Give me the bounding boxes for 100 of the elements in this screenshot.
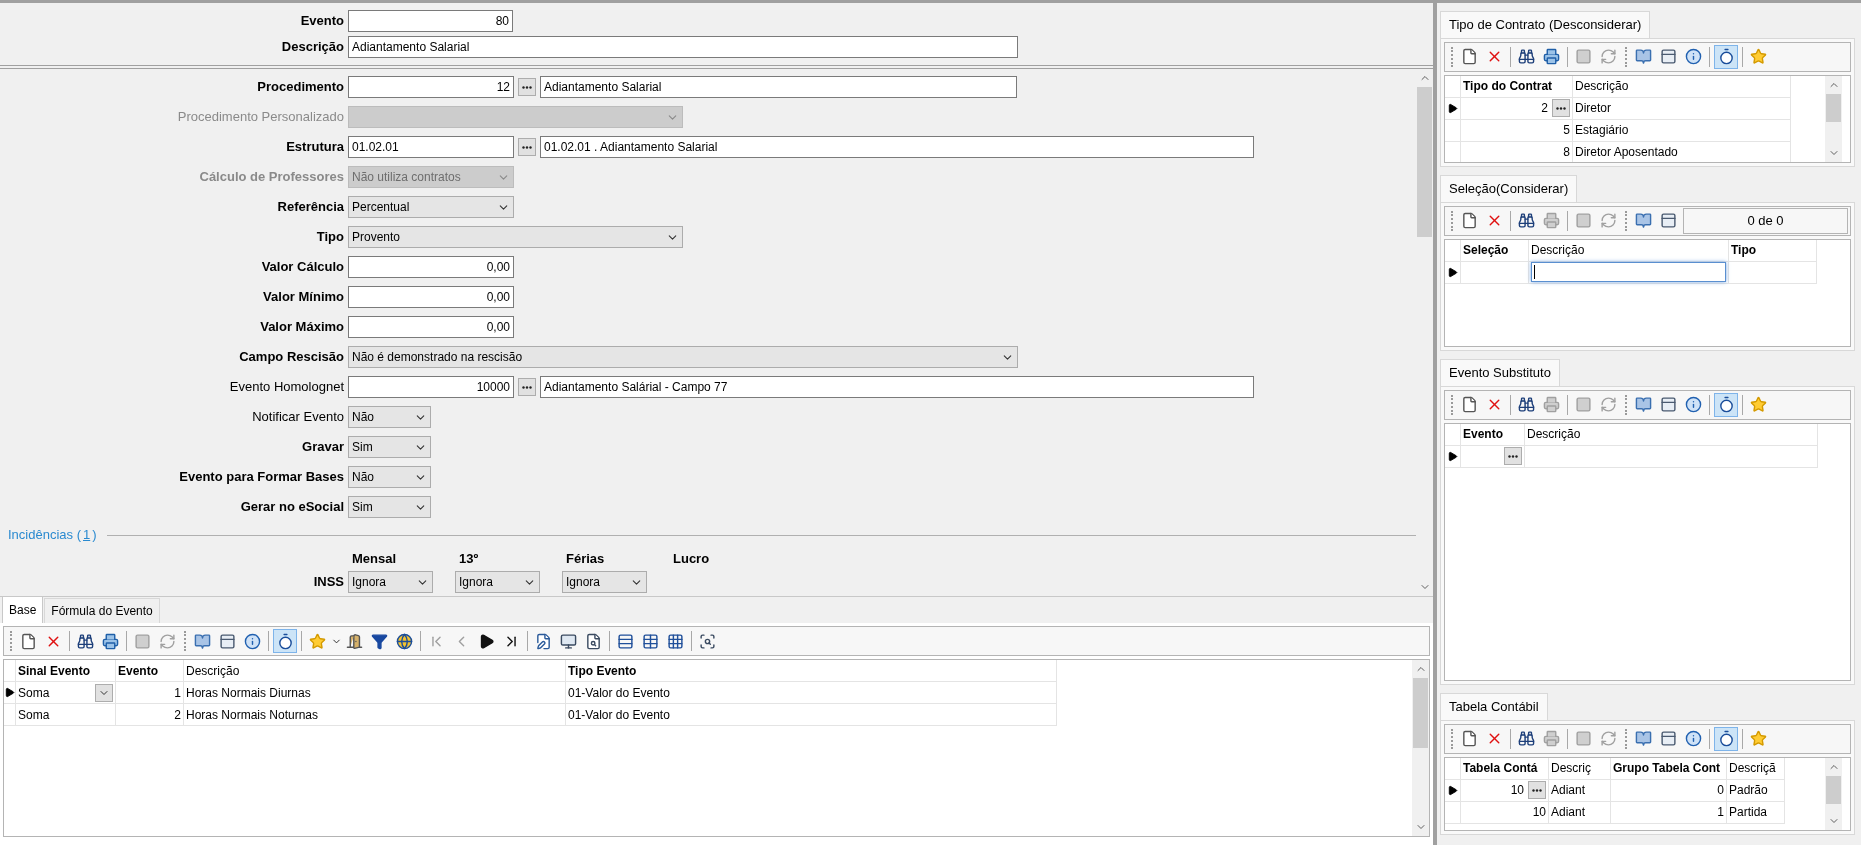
file-search-icon[interactable] — [585, 632, 602, 650]
tab[interactable]: Fórmula do Evento — [44, 598, 160, 623]
row-indicator[interactable] — [4, 682, 16, 704]
printer-icon[interactable] — [102, 632, 119, 650]
scrollbar-thumb[interactable] — [1413, 678, 1428, 748]
scrollbar-thumb[interactable] — [1826, 93, 1841, 122]
column-header[interactable]: Evento — [118, 661, 158, 680]
star-icon[interactable] — [309, 632, 326, 650]
scrollbar-thumb[interactable] — [1417, 87, 1432, 237]
binoculars-icon[interactable] — [1518, 396, 1535, 413]
document-edit-icon[interactable] — [535, 632, 552, 650]
binoculars-icon[interactable] — [1518, 212, 1535, 229]
rows-icon[interactable] — [617, 632, 634, 650]
printer-icon[interactable] — [1543, 48, 1560, 65]
binoculars-icon[interactable] — [77, 632, 94, 650]
number-field[interactable]: 80 — [348, 10, 513, 32]
dropdown[interactable]: Sim — [348, 436, 431, 458]
text-field[interactable]: Adiantamento Salarial — [348, 36, 1018, 58]
panel-tab[interactable]: Tabela Contábil — [1440, 693, 1548, 720]
ellipsis-button[interactable] — [1552, 99, 1570, 117]
book-icon[interactable] — [1635, 48, 1652, 65]
globe-icon[interactable] — [396, 632, 413, 650]
dropdown[interactable]: Ignora — [455, 571, 540, 593]
code-field[interactable]: 01.02.01 — [348, 136, 514, 158]
column-header[interactable]: Tabela Contá — [1463, 759, 1538, 777]
description-field[interactable]: Adiantamento Salarial — [540, 76, 1017, 98]
door-icon[interactable] — [346, 632, 363, 650]
description-field[interactable]: Adiantamento Salárial - Campo 77 — [540, 376, 1254, 398]
ellipsis-button[interactable] — [1528, 781, 1546, 799]
panel-tab[interactable]: Evento Substituto — [1440, 359, 1560, 386]
monitor-icon[interactable] — [560, 632, 577, 650]
page-icon[interactable] — [20, 632, 37, 650]
info-icon[interactable] — [1685, 730, 1702, 747]
ellipsis-button[interactable] — [518, 378, 536, 396]
table-icon[interactable] — [642, 632, 659, 650]
page-icon[interactable] — [1461, 48, 1478, 65]
column-header[interactable]: Descrição — [186, 661, 240, 680]
ellipsis-button[interactable] — [518, 138, 536, 156]
row-indicator[interactable] — [1445, 261, 1461, 284]
book-icon[interactable] — [1635, 396, 1652, 413]
row-indicator[interactable] — [1445, 779, 1461, 802]
ellipsis-button[interactable] — [1504, 447, 1522, 465]
column-header[interactable]: Grupo Tabela Cont — [1613, 759, 1721, 777]
row-indicator[interactable] — [1445, 97, 1461, 120]
next-icon[interactable] — [478, 632, 495, 650]
column-header[interactable]: Tipo do Contrat — [1463, 77, 1553, 95]
scrollbar[interactable] — [1825, 75, 1842, 162]
star-icon[interactable] — [1750, 48, 1767, 65]
column-header[interactable]: Tipo Evento — [568, 661, 637, 680]
empty-cell[interactable] — [1729, 261, 1817, 284]
book-icon[interactable] — [194, 632, 211, 650]
page-icon[interactable] — [1461, 730, 1478, 747]
code-field[interactable]: 10000 — [348, 376, 514, 398]
page-icon[interactable] — [1461, 396, 1478, 413]
window-icon[interactable] — [1660, 212, 1677, 229]
info-icon[interactable] — [1685, 396, 1702, 413]
column-header[interactable]: Descriç — [1551, 759, 1591, 777]
number-field[interactable]: 0,00 — [348, 316, 514, 338]
window-icon[interactable] — [219, 632, 236, 650]
input-field[interactable] — [1531, 262, 1726, 282]
column-header[interactable]: Descrição — [1575, 77, 1629, 95]
dropdown[interactable]: Provento — [348, 226, 683, 248]
book-icon[interactable] — [1635, 730, 1652, 747]
dropdown[interactable]: Não — [348, 406, 431, 428]
dropdown-button[interactable] — [95, 683, 113, 702]
empty-cell[interactable] — [1461, 261, 1529, 284]
scrollbar[interactable] — [1825, 757, 1842, 830]
dropdown[interactable]: Ignora — [562, 571, 647, 593]
filter-icon[interactable] — [371, 632, 388, 650]
scrollbar[interactable] — [1412, 660, 1429, 836]
dropdown[interactable]: Ignora — [348, 571, 433, 593]
info-icon[interactable] — [1685, 48, 1702, 65]
column-header[interactable]: Descrição — [1531, 241, 1585, 259]
grid-icon[interactable] — [667, 632, 684, 650]
window-icon[interactable] — [1660, 730, 1677, 747]
scrollbar-thumb[interactable] — [1826, 775, 1841, 804]
star-icon[interactable] — [1750, 730, 1767, 747]
window-icon[interactable] — [1660, 396, 1677, 413]
column-header[interactable]: Descriçã — [1729, 759, 1776, 777]
column-header[interactable]: Evento — [1463, 425, 1503, 443]
binoculars-icon[interactable] — [1518, 48, 1535, 65]
dropdown[interactable]: Não é demonstrado na rescisão — [348, 346, 1018, 368]
page-icon[interactable] — [1461, 212, 1478, 229]
panel-tab[interactable]: Tipo de Contrato (Desconsiderar) — [1440, 11, 1651, 38]
info-icon[interactable] — [244, 632, 261, 650]
tab[interactable]: Base — [2, 596, 44, 623]
ellipsis-button[interactable] — [518, 78, 536, 96]
column-header[interactable]: Descrição — [1527, 425, 1581, 443]
column-header[interactable]: Tipo — [1731, 241, 1757, 259]
panel-tab[interactable]: Seleção(Considerar) — [1440, 175, 1578, 202]
book-icon[interactable] — [1635, 212, 1652, 229]
description-field[interactable]: 01.02.01 . Adiantamento Salarial — [540, 136, 1254, 158]
window-icon[interactable] — [1660, 48, 1677, 65]
row-indicator[interactable] — [1445, 445, 1461, 468]
dropdown[interactable]: Sim — [348, 496, 431, 518]
preview-icon[interactable] — [699, 632, 716, 650]
column-header[interactable]: Seleção — [1463, 241, 1509, 259]
number-field[interactable]: 0,00 — [348, 256, 514, 278]
dropdown[interactable]: Não — [348, 466, 431, 488]
star-icon[interactable] — [1750, 396, 1767, 413]
